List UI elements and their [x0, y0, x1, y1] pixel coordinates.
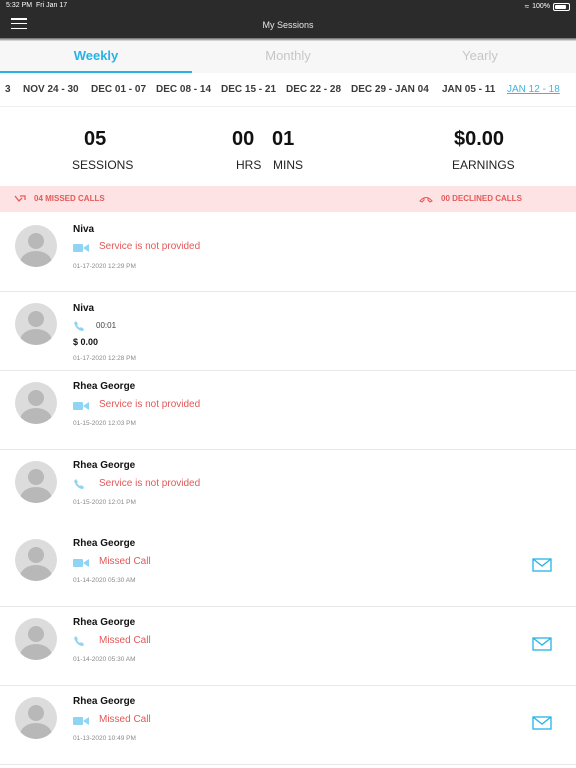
caller-name: Rhea George	[73, 381, 136, 392]
declined-call-icon	[419, 196, 433, 203]
session-summary: 05 SESSIONS 00 HRS 01 MINS $0.00 EARNING…	[0, 108, 576, 186]
page-title: My Sessions	[262, 20, 314, 30]
call-duration: 00:01	[96, 321, 117, 330]
avatar	[15, 461, 57, 503]
battery-percent: 100%	[532, 3, 550, 10]
session-status: Missed Call	[99, 714, 151, 725]
status-indicators: ≈ 100%	[525, 2, 570, 11]
mail-icon[interactable]	[532, 557, 552, 573]
session-timestamp: 01-17-2020 12:28 PM	[73, 355, 136, 362]
tab-yearly[interactable]: Yearly	[384, 41, 576, 73]
session-status: Service is not provided	[99, 399, 201, 410]
session-timestamp: 01-13-2020 10:49 PM	[73, 735, 136, 742]
video-call-icon	[73, 244, 89, 252]
range-item[interactable]: DEC 22 - 28	[286, 84, 341, 95]
period-tabs: Weekly Monthly Yearly	[0, 41, 576, 73]
top-bar: 5:32 PM Fri Jan 17 ≈ 100% My Sessions	[0, 0, 576, 38]
minutes-label: MINS	[273, 158, 303, 172]
session-row[interactable]: Rhea George Missed Call 01-13-2020 10:49…	[0, 686, 576, 765]
caller-name: Rhea George	[73, 460, 136, 471]
session-status: Missed Call	[99, 556, 151, 567]
session-row[interactable]: Rhea George Service is not provided 01-1…	[0, 371, 576, 450]
session-row[interactable]: Rhea George Service is not provided 01-1…	[0, 450, 576, 529]
sessions-label: SESSIONS	[72, 158, 134, 172]
session-timestamp: 01-14-2020 05:30 AM	[73, 577, 136, 584]
battery-icon	[553, 2, 570, 11]
caller-name: Niva	[73, 224, 95, 235]
tab-monthly[interactable]: Monthly	[192, 41, 384, 73]
earnings-label: EARNINGS	[452, 158, 515, 172]
session-row[interactable]: Rhea George Missed Call 01-14-2020 05:30…	[0, 528, 576, 607]
session-timestamp: 01-15-2020 12:03 PM	[73, 420, 136, 427]
avatar	[15, 382, 57, 424]
wifi-icon: ≈	[524, 2, 530, 11]
minutes-value: 01	[272, 128, 295, 150]
status-time: 5:32 PM	[6, 2, 33, 9]
range-item[interactable]: NOV 24 - 30	[23, 84, 79, 95]
caller-name: Niva	[73, 303, 95, 314]
earnings-value: $0.00	[454, 128, 505, 150]
avatar	[15, 697, 57, 739]
range-item[interactable]: JAN 05 - 11	[442, 84, 495, 95]
range-item[interactable]: 3	[5, 84, 11, 95]
avatar	[15, 618, 57, 660]
session-timestamp: 01-17-2020 12:29 PM	[73, 263, 136, 270]
session-timestamp: 01-15-2020 12:01 PM	[73, 499, 136, 506]
range-item[interactable]: DEC 08 - 14	[156, 84, 211, 95]
session-amount: $ 0.00	[73, 337, 99, 347]
sessions-count: 05	[84, 128, 107, 150]
range-item[interactable]: DEC 01 - 07	[91, 84, 146, 95]
session-row[interactable]: Niva Service is not provided 01-17-2020 …	[0, 213, 576, 292]
tab-weekly[interactable]: Weekly	[0, 41, 192, 73]
session-status: Service is not provided	[99, 241, 201, 252]
session-status: Service is not provided	[99, 478, 201, 489]
range-item-selected[interactable]: JAN 12 - 18	[507, 84, 560, 95]
session-row[interactable]: Rhea George Missed Call 01-14-2020 05:30…	[0, 607, 576, 686]
caller-name: Rhea George	[73, 696, 136, 707]
hours-label: HRS	[236, 158, 262, 172]
session-row[interactable]: Niva 00:01 $ 0.00 01-17-2020 12:28 PM	[0, 292, 576, 371]
phone-call-icon	[74, 321, 84, 331]
session-timestamp: 01-14-2020 05:30 AM	[73, 656, 136, 663]
session-status: Missed Call	[99, 635, 151, 646]
divider	[0, 106, 576, 107]
caller-name: Rhea George	[73, 617, 136, 628]
status-date: Fri Jan 17	[36, 2, 68, 9]
mail-icon[interactable]	[532, 636, 552, 652]
video-call-icon	[73, 559, 89, 567]
phone-call-icon	[74, 636, 84, 646]
avatar	[15, 539, 57, 581]
missed-call-icon	[14, 194, 26, 202]
avatar	[15, 225, 57, 267]
video-call-icon	[73, 402, 89, 410]
missed-calls-indicator[interactable]: 04 MISSED CALLS	[14, 194, 105, 203]
range-item[interactable]: DEC 29 - JAN 04	[351, 84, 429, 95]
phone-call-icon	[74, 479, 84, 489]
declined-calls-indicator[interactable]: 00 DECLINED CALLS	[419, 194, 522, 203]
range-item[interactable]: DEC 15 - 21	[221, 84, 276, 95]
missed-calls-label: 04 MISSED CALLS	[34, 194, 105, 203]
video-call-icon	[73, 717, 89, 725]
declined-calls-label: 00 DECLINED CALLS	[441, 194, 522, 203]
avatar	[15, 303, 57, 345]
mail-icon[interactable]	[532, 715, 552, 731]
caller-name: Rhea George	[73, 538, 136, 549]
week-range-strip[interactable]: 3 NOV 24 - 30 DEC 01 - 07 DEC 08 - 14 DE…	[0, 75, 576, 105]
hours-value: 00	[232, 128, 255, 150]
calls-summary-bar: 04 MISSED CALLS 00 DECLINED CALLS	[0, 186, 576, 212]
